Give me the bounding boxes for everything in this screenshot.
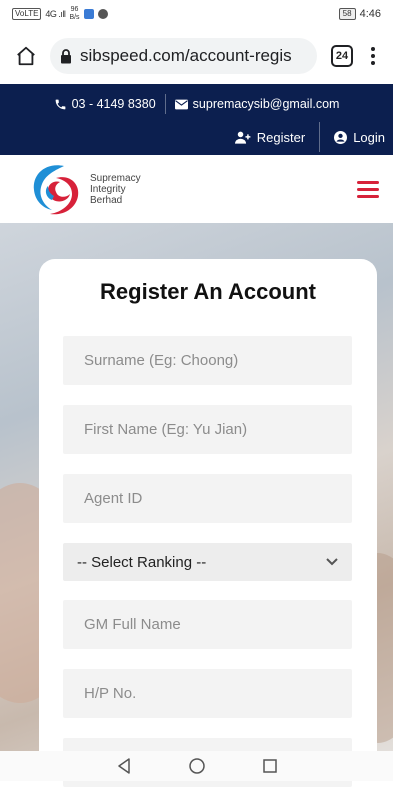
browser-menu-button[interactable] [363, 40, 383, 72]
menu-icon[interactable] [357, 180, 379, 198]
menu-bar [357, 180, 379, 184]
firstname-field[interactable] [63, 405, 352, 454]
app-notification-icon [83, 9, 94, 19]
phone-icon [55, 99, 65, 109]
surname-input[interactable] [82, 351, 333, 370]
ranking-selected-value: -- Select Ranking -- [77, 553, 207, 571]
phone-number: 03 - 4149 8380 [71, 97, 156, 111]
browser-toolbar: sibspeed.com/account-regis 24 [0, 28, 393, 84]
mail-icon [174, 99, 188, 109]
agent-id-field[interactable] [63, 474, 352, 523]
network-speed: 96 B/s [69, 6, 79, 22]
logo-text: Supremacy Integrity Berhad [90, 173, 141, 206]
lock-icon [61, 48, 71, 63]
register-link[interactable]: Register [234, 129, 306, 145]
more-vert-dot [371, 54, 375, 58]
tab-count: 24 [335, 50, 349, 62]
firstname-input[interactable] [82, 420, 333, 439]
more-vert-dot [371, 61, 375, 65]
phone-contact[interactable]: 03 - 4149 8380 [54, 97, 156, 111]
account-links: Register Login [234, 122, 385, 152]
tabs-button[interactable]: 24 [331, 45, 353, 67]
logo-line-2: Integrity [90, 183, 126, 195]
clock: 4:46 [359, 8, 381, 20]
status-right: 58 4:46 [338, 8, 381, 20]
home-icon [17, 46, 35, 66]
user-icon [334, 130, 348, 144]
browser-home-button[interactable] [10, 40, 42, 72]
address-bar[interactable]: sibspeed.com/account-regis [50, 38, 317, 74]
menu-bar [357, 187, 379, 191]
app-notification-icon-2 [97, 9, 108, 19]
ranking-select[interactable]: -- Select Ranking -- [63, 543, 352, 581]
volte-badge: VoLTE [12, 8, 42, 20]
account-divider [319, 122, 321, 152]
logo-line-1: Supremacy [90, 172, 141, 184]
login-link[interactable]: Login [334, 130, 385, 145]
register-label: Register [256, 129, 306, 145]
network-speed-unit: B/s [69, 14, 80, 21]
menu-bar [357, 194, 379, 198]
gm-name-input[interactable] [82, 615, 333, 634]
register-card: Register An Account -- Select Ranking -- [39, 259, 377, 787]
agent-id-input[interactable] [82, 489, 333, 508]
site-logo[interactable]: Supremacy Integrity Berhad [26, 160, 141, 218]
email-address: supremacysib@gmail.com [192, 97, 340, 111]
register-title: Register An Account [100, 279, 316, 304]
chevron-down-icon [326, 558, 338, 566]
contact-row: 03 - 4149 8380 supremacysib@gmail.com [0, 94, 393, 114]
user-plus-icon [234, 131, 251, 144]
contact-divider [164, 94, 166, 114]
more-vert-icon [371, 47, 375, 51]
email-contact[interactable]: supremacysib@gmail.com [174, 97, 340, 111]
top-contact-bar: 03 - 4149 8380 supremacysib@gmail.com Re… [0, 84, 393, 155]
hp-no-field[interactable] [63, 669, 352, 718]
site-header: Supremacy Integrity Berhad [0, 155, 393, 223]
signal-icon: 4G .ıll [45, 9, 66, 19]
recents-icon[interactable] [262, 759, 277, 773]
status-bar: VoLTE 4G .ıll 96 B/s 58 4:46 [0, 0, 393, 28]
login-label: Login [353, 129, 385, 145]
logo-mark-icon [33, 165, 79, 215]
home-nav-icon[interactable] [188, 758, 205, 774]
system-nav-bar [0, 751, 393, 781]
gm-name-field[interactable] [63, 600, 352, 649]
logo-line-3: Berhad [90, 194, 123, 206]
surname-field[interactable] [63, 336, 352, 385]
network-speed-value: 96 [70, 6, 79, 13]
back-icon[interactable] [117, 758, 131, 774]
battery-icon: 58 [338, 8, 356, 20]
hp-no-input[interactable] [82, 684, 333, 703]
url-text: sibspeed.com/account-regis [80, 46, 292, 65]
status-left: VoLTE 4G .ıll 96 B/s [12, 6, 108, 22]
